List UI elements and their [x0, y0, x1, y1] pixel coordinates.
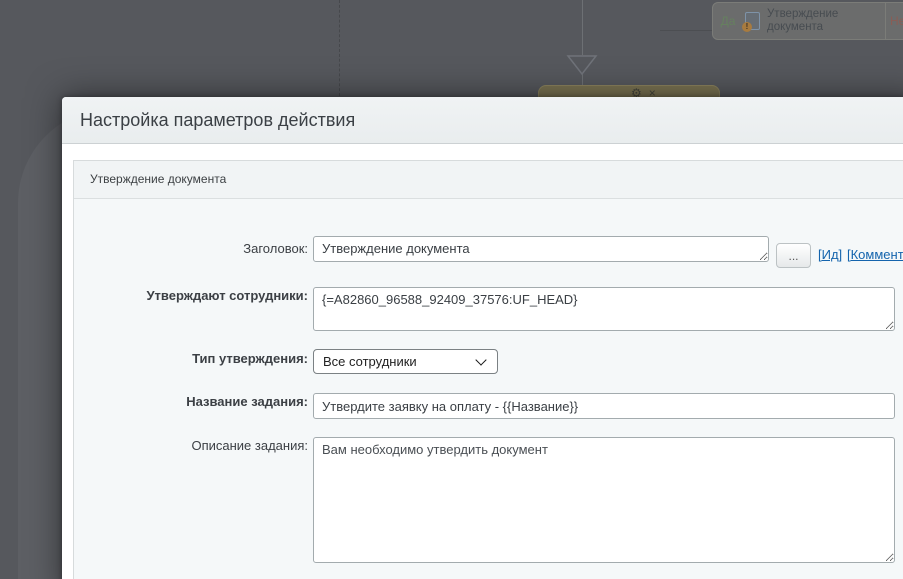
branch-divider — [885, 3, 886, 39]
dialog-header: Настройка параметров действия — [62, 97, 903, 144]
approvers-textarea[interactable]: {=A82860_96588_92409_37576:UF_HEAD} — [313, 287, 895, 331]
activity-settings-panel: Утверждение документа Заголовок: Утвержд… — [73, 160, 903, 579]
task-name-input[interactable] — [313, 393, 895, 419]
dialog-title: Настройка параметров действия — [80, 110, 356, 130]
workflow-node-title: Утверждение документа — [767, 8, 839, 33]
task-name-field-label: Название задания: — [186, 394, 308, 409]
id-link[interactable]: [Ид] — [818, 247, 842, 262]
workflow-connector-line — [582, 0, 583, 55]
title-input[interactable]: Утверждение документа — [313, 236, 769, 262]
workflow-branch-row: Да ! Утверждение документа Нет — [712, 2, 903, 40]
panel-body: Заголовок: Утверждение документа ... [Ид… — [74, 199, 903, 579]
task-description-field-label: Описание задания: — [191, 438, 308, 453]
title-field-label: Заголовок: — [243, 241, 308, 256]
branch-no-label: Нет — [890, 14, 903, 28]
panel-header: Утверждение документа — [74, 161, 903, 199]
document-warning-icon: ! — [742, 12, 760, 32]
approval-type-selected-value: Все сотрудники — [323, 354, 417, 369]
panel-section-title: Утверждение документа — [90, 172, 227, 186]
action-settings-dialog: Настройка параметров действия Утверждени… — [62, 97, 903, 579]
task-description-textarea[interactable]: Вам необходимо утвердить документ — [313, 437, 895, 563]
approval-type-select[interactable]: Все сотрудники — [313, 349, 498, 374]
workflow-branch-line — [660, 30, 712, 31]
comments-link[interactable]: [Комментарии] — [847, 247, 903, 262]
approval-type-field-label: Тип утверждения: — [192, 351, 308, 366]
chevron-down-icon — [475, 354, 487, 366]
workflow-dashed-connector — [339, 0, 340, 96]
workflow-editor-screen: Да ! Утверждение документа Нет ⚙ × Настр… — [0, 0, 903, 579]
approvers-field-label: Утверждают сотрудники: — [146, 288, 308, 303]
branch-yes-label: Да — [720, 14, 736, 28]
insert-value-button[interactable]: ... — [776, 243, 811, 268]
